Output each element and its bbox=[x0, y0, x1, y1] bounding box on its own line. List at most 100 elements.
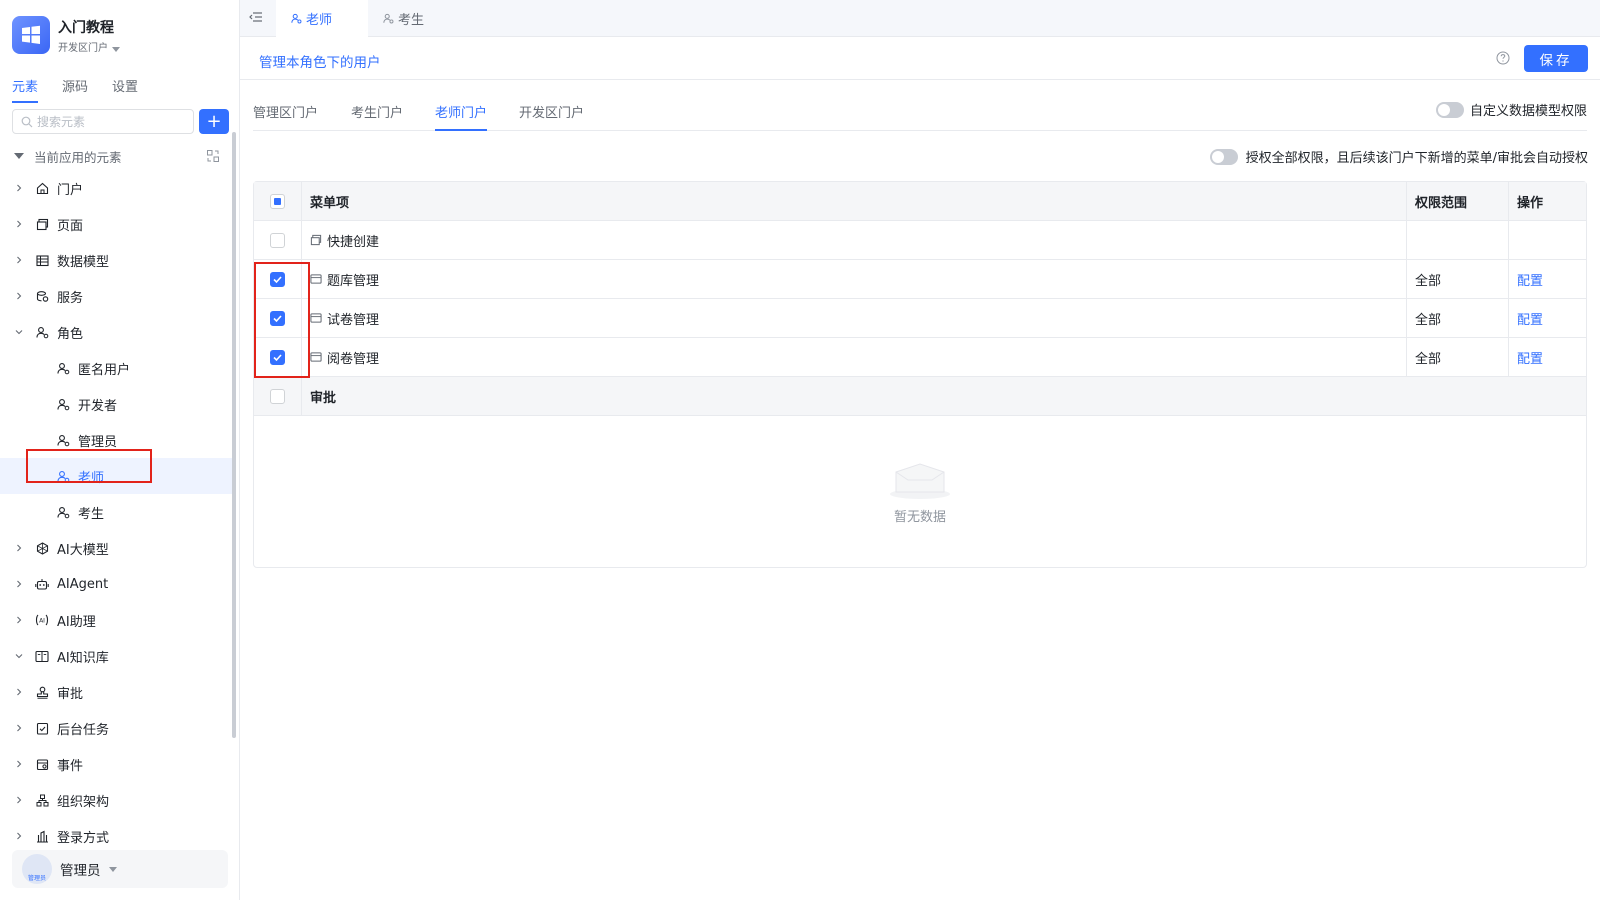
sidebar-tab-settings[interactable]: 设置 bbox=[112, 76, 138, 103]
tree-item-organization[interactable]: 组织架构 bbox=[0, 782, 232, 818]
chevron-right-icon[interactable] bbox=[14, 687, 24, 697]
tree-item-role-anonymous[interactable]: 匿名用户 bbox=[0, 350, 232, 386]
page-tab-examinee[interactable]: 考生 bbox=[368, 0, 424, 37]
app-title: 入门教程 bbox=[58, 20, 114, 36]
authorize-all-label: 授权全部权限，且后续该门户下新增的菜单/审批会自动授权 bbox=[1245, 151, 1588, 166]
chevron-right-icon[interactable] bbox=[14, 723, 24, 733]
role-icon bbox=[56, 433, 70, 447]
chevron-right-icon[interactable] bbox=[14, 579, 24, 589]
chevron-right-icon[interactable] bbox=[14, 615, 24, 625]
tree-item-page[interactable]: 页面 bbox=[0, 206, 232, 242]
help-icon[interactable] bbox=[1496, 51, 1510, 65]
event-icon bbox=[35, 757, 49, 771]
tree-item-label: 管理员 bbox=[78, 434, 118, 450]
tree-item-role[interactable]: 角色 bbox=[0, 314, 232, 350]
add-element-button[interactable]: + bbox=[199, 109, 229, 134]
tab-admin-portal[interactable]: 管理区门户 bbox=[253, 102, 318, 131]
tree-header[interactable]: 当前应用的元素 bbox=[12, 147, 220, 165]
role-icon bbox=[291, 13, 302, 24]
chevron-down-icon[interactable] bbox=[14, 327, 24, 337]
empty-box-icon bbox=[890, 462, 950, 499]
scope-cell: 全部 bbox=[1406, 338, 1506, 377]
save-button[interactable]: 保存 bbox=[1524, 45, 1588, 72]
chevron-right-icon[interactable] bbox=[14, 255, 24, 265]
approval-checkbox[interactable] bbox=[270, 388, 285, 404]
role-icon bbox=[383, 13, 394, 24]
robot-icon bbox=[35, 577, 49, 591]
tree-item-data-model[interactable]: 数据模型 bbox=[0, 242, 232, 278]
page-tab-teacher[interactable]: 老师 bbox=[276, 0, 368, 37]
configure-link[interactable]: 配置 bbox=[1508, 299, 1586, 338]
configure-link[interactable]: 配置 bbox=[1508, 260, 1586, 299]
tree-item-login-method[interactable]: 登录方式 bbox=[0, 818, 232, 854]
authorize-all-toggle[interactable] bbox=[1209, 148, 1238, 165]
tree-item-label: AI知识库 bbox=[57, 650, 109, 666]
search-input[interactable] bbox=[37, 114, 187, 129]
app-header: 入门教程 开发区门户 bbox=[12, 16, 120, 57]
tree-item-ai-assistant[interactable]: AI AI助理 bbox=[0, 602, 232, 638]
select-all-checkbox[interactable] bbox=[270, 193, 285, 209]
sidebar-tab-source[interactable]: 源码 bbox=[62, 76, 88, 103]
tree-item-service[interactable]: 服务 bbox=[0, 278, 232, 314]
manage-users-link[interactable]: 管理本角色下的用户 bbox=[259, 51, 381, 71]
configure-link[interactable]: 配置 bbox=[1508, 338, 1586, 377]
tab-dev-portal[interactable]: 开发区门户 bbox=[519, 102, 584, 131]
tree-item-background-task[interactable]: 后台任务 bbox=[0, 710, 232, 746]
tab-teacher-portal[interactable]: 老师门户 bbox=[435, 102, 488, 131]
ai-model-icon bbox=[35, 541, 49, 555]
tree-item-ai-agent[interactable]: AIAgent bbox=[0, 566, 232, 602]
chevron-right-icon[interactable] bbox=[14, 291, 24, 301]
empty-state: 暂无数据 bbox=[253, 416, 1587, 566]
chevron-right-icon[interactable] bbox=[14, 219, 24, 229]
collapse-sidebar-icon[interactable] bbox=[248, 10, 264, 26]
table-icon bbox=[35, 253, 49, 267]
tree-item-ai-model[interactable]: AI大模型 bbox=[0, 530, 232, 566]
tree-item-label: 后台任务 bbox=[57, 722, 110, 738]
element-tree: 门户 页面 数据模型 服务 角色 匿名用户 开发者 管理员 老师 考生 AI大模… bbox=[0, 170, 232, 854]
menu-item-label: 试卷管理 bbox=[327, 312, 380, 328]
row-checkbox[interactable] bbox=[270, 232, 285, 248]
sidebar-scrollbar[interactable] bbox=[232, 132, 236, 738]
empty-text: 暂无数据 bbox=[893, 509, 946, 525]
column-header-menu: 菜单项 bbox=[310, 195, 350, 211]
tree-item-event[interactable]: 事件 bbox=[0, 746, 232, 782]
user-menu[interactable]: 管理员 管理员 bbox=[12, 850, 228, 888]
content-header: 管理本角色下的用户 保存 bbox=[240, 37, 1600, 80]
search-box bbox=[12, 109, 194, 134]
tab-examinee-portal[interactable]: 考生门户 bbox=[351, 102, 403, 131]
configure-link[interactable] bbox=[1508, 221, 1586, 260]
service-icon bbox=[35, 289, 49, 303]
book-icon bbox=[35, 649, 49, 663]
caret-down-icon bbox=[14, 153, 24, 159]
chevron-right-icon[interactable] bbox=[14, 795, 24, 805]
chevron-down-icon[interactable] bbox=[14, 651, 24, 661]
chevron-down-icon bbox=[112, 46, 120, 52]
tree-item-role-examinee[interactable]: 考生 bbox=[0, 494, 232, 530]
chevron-right-icon[interactable] bbox=[14, 183, 24, 193]
collapse-all-icon[interactable] bbox=[206, 149, 220, 163]
custom-data-model-permission: 自定义数据模型权限 bbox=[1435, 100, 1587, 119]
table-header-row: 菜单项 权限范围 操作 bbox=[254, 182, 1586, 221]
chevron-right-icon[interactable] bbox=[14, 759, 24, 769]
chevron-right-icon[interactable] bbox=[14, 831, 24, 841]
table-row: 阅卷管理 全部 配置 bbox=[254, 338, 1586, 377]
custom-perm-toggle[interactable] bbox=[1435, 101, 1464, 118]
user-name: 管理员 bbox=[60, 863, 101, 879]
tree-item-role-developer[interactable]: 开发者 bbox=[0, 386, 232, 422]
portal-switcher[interactable]: 开发区门户 bbox=[58, 41, 120, 57]
tree-item-label: 服务 bbox=[57, 290, 84, 306]
tree-item-ai-knowledge[interactable]: AI知识库 bbox=[0, 638, 232, 674]
tree-header-label: 当前应用的元素 bbox=[34, 149, 122, 165]
tree-item-approval[interactable]: 审批 bbox=[0, 674, 232, 710]
page-tab-label: 老师 bbox=[306, 13, 333, 28]
portal-name: 开发区门户 bbox=[58, 43, 108, 54]
sidebar-tab-elements[interactable]: 元素 bbox=[12, 76, 39, 103]
custom-perm-label: 自定义数据模型权限 bbox=[1469, 104, 1587, 119]
org-icon bbox=[35, 793, 49, 807]
page-icon bbox=[35, 217, 49, 231]
role-icon bbox=[56, 361, 70, 375]
tree-item-label: 开发者 bbox=[78, 398, 118, 414]
tree-item-portal[interactable]: 门户 bbox=[0, 170, 232, 206]
chevron-right-icon[interactable] bbox=[14, 543, 24, 553]
portal-tabs: 管理区门户 考生门户 老师门户 开发区门户 自定义数据模型权限 bbox=[253, 100, 1587, 131]
